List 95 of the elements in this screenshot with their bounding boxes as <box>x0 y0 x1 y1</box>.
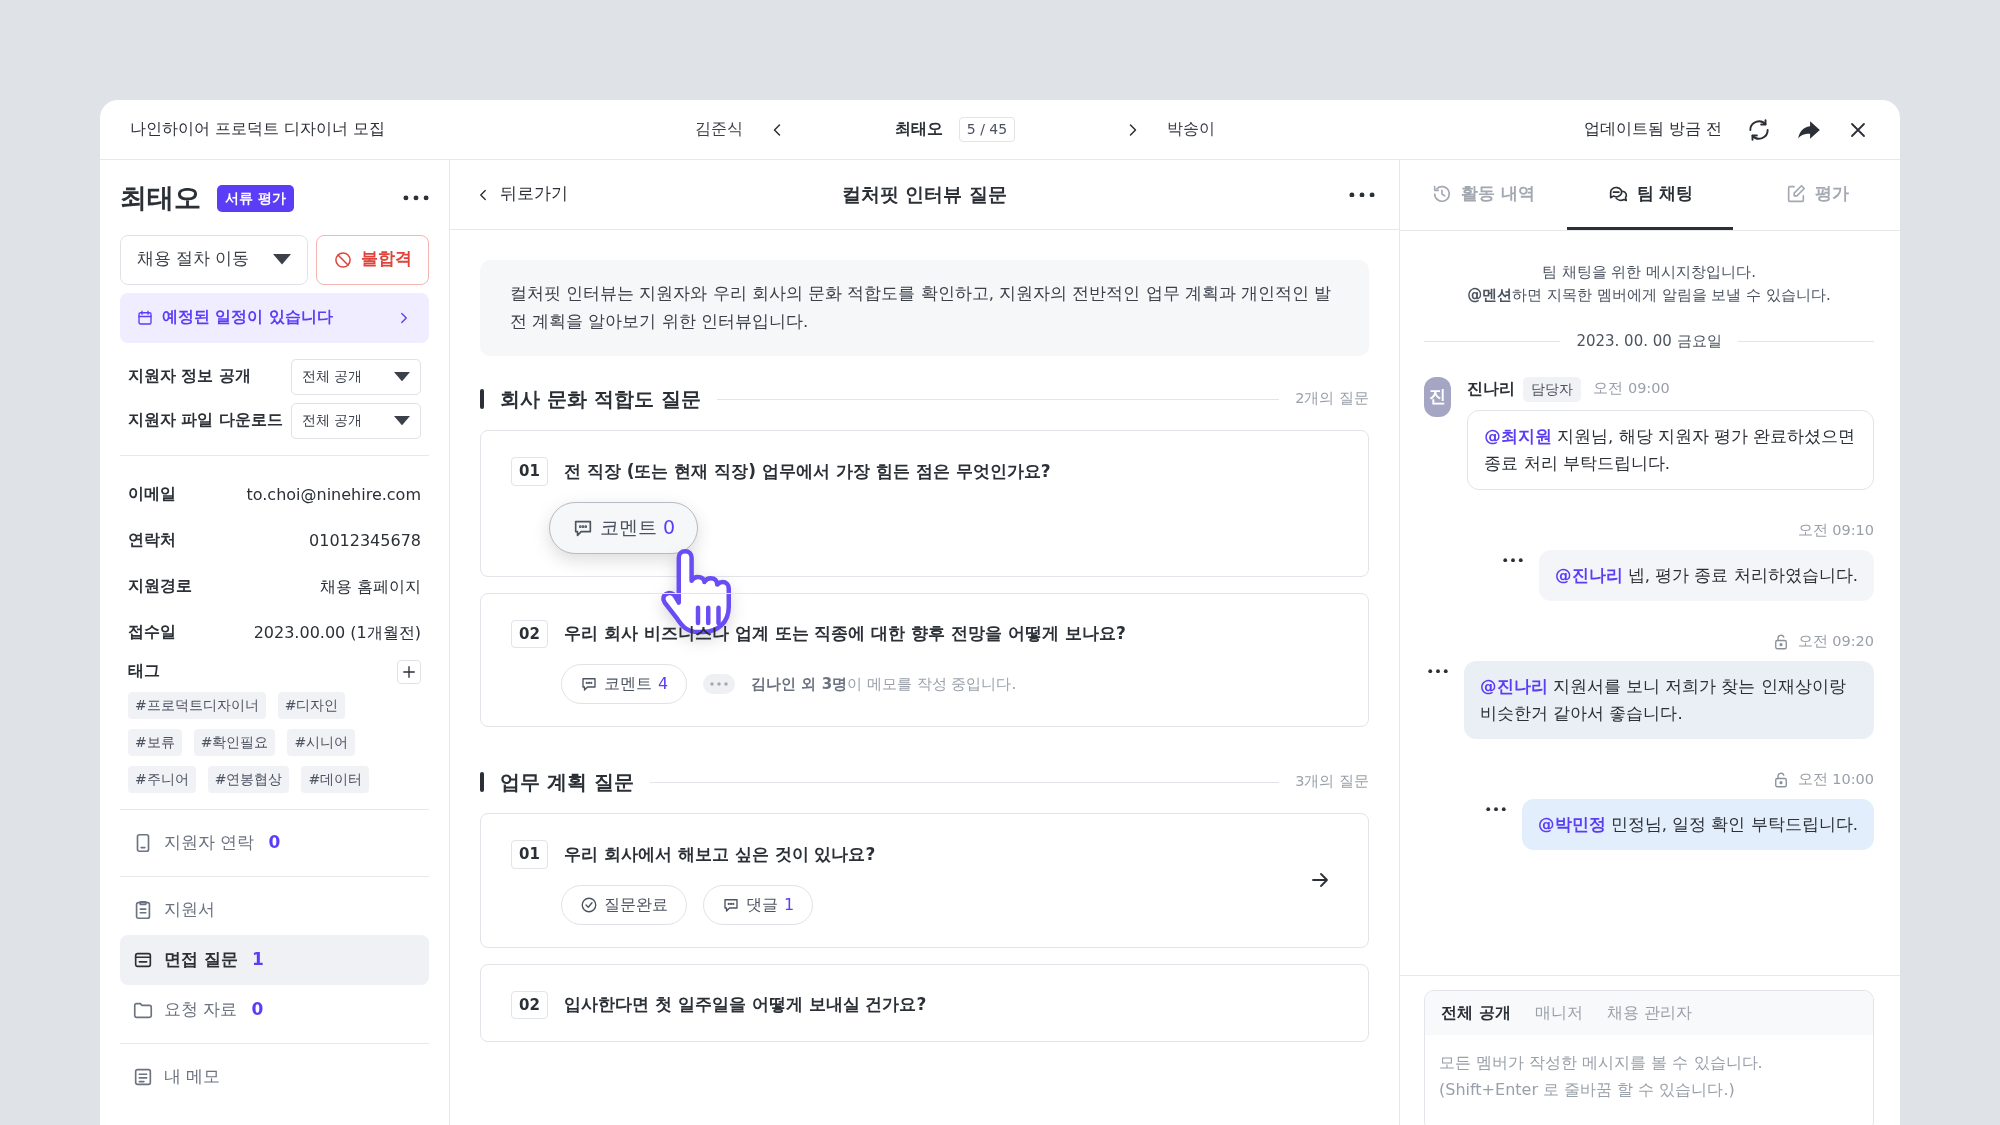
more-icon <box>710 682 729 687</box>
question-number: 01 <box>511 457 548 486</box>
more-icon <box>1486 806 1506 812</box>
message-bubble: @진나리 넵, 평가 종료 처리하였습니다. <box>1539 549 1874 601</box>
role-tag: 담당자 <box>1523 376 1582 402</box>
more-button[interactable] <box>1503 557 1523 563</box>
panel-tab[interactable]: 팀 채팅 <box>1566 160 1734 230</box>
info-value: 채용 홈페이지 <box>319 575 421 598</box>
info-label: 이메일 <box>128 483 176 505</box>
tag[interactable]: #확인필요 <box>193 728 276 756</box>
visibility-tab[interactable]: 전체 공개 <box>1441 1001 1511 1025</box>
message-time: 오전 09:00 <box>1593 379 1670 399</box>
setting-label: 지원자 파일 다운로드 <box>128 409 283 431</box>
avatar: 진 <box>1424 376 1452 417</box>
visibility-select[interactable]: 전체 공개 <box>291 358 421 395</box>
question-text: 입사한다면 첫 일주일을 어떻게 보내실 건가요? <box>563 993 927 1017</box>
caret-icon <box>273 254 291 265</box>
sidebar-item[interactable]: 내 메모 <box>120 1051 429 1102</box>
more-icon <box>1428 668 1448 674</box>
caret-icon <box>394 415 410 426</box>
author-name: 진나리 <box>1467 378 1516 400</box>
comment-icon <box>580 675 598 694</box>
schedule-banner[interactable]: 예정된 일정이 있습니다 <box>120 292 429 343</box>
info-label: 접수일 <box>128 621 176 643</box>
candidate-counter: 5 / 45 <box>958 117 1016 142</box>
stage-badge: 서류 평가 <box>217 184 294 212</box>
more-button[interactable] <box>403 195 429 202</box>
message-time: 오전 09:10 <box>1797 520 1874 540</box>
ban-icon <box>333 249 353 270</box>
tag[interactable]: #디자인 <box>277 691 346 719</box>
message-composer[interactable]: 전체 공개 매니저 채용 관리자 모든 멤버가 작성한 메시지를 볼 수 있습니다. (Shift+Enter 로 줄바꿈 할 수 있습니다.) <box>1424 990 1874 1125</box>
tag[interactable]: #연봉협상 <box>207 765 290 793</box>
panel-title: 컬처핏 인터뷰 질문 <box>841 182 1008 208</box>
question-number: 01 <box>511 840 548 869</box>
tags-label: 태그 <box>128 660 160 682</box>
date-divider: 2023. 00. 00 금요일 <box>1576 331 1722 352</box>
reject-button[interactable]: 불합격 <box>316 234 429 285</box>
sidebar-item[interactable]: 지원자 연락 0 <box>120 817 429 868</box>
tag[interactable]: #주니어 <box>128 765 196 793</box>
question-count: 3개의 질문 <box>1295 772 1369 792</box>
refresh-icon <box>1746 116 1772 143</box>
message-bubble: @박민정 민정님, 일정 확인 부탁드립니다. <box>1522 798 1874 851</box>
info-value: 2023.00.00 (1개월전) <box>253 621 421 644</box>
add-tag-button[interactable] <box>397 659 421 684</box>
message-time: 오전 10:00 <box>1797 770 1874 790</box>
chat-intro-text: @멘션하면 지목한 멤버에게 알림을 보낼 수 있습니다. <box>1466 284 1832 306</box>
candidate-name: 최태오 <box>120 181 201 215</box>
caret-icon <box>394 371 410 382</box>
more-icon <box>1349 191 1375 198</box>
question-text: 전 직장 (또는 현재 직장) 업무에서 가장 힘든 점은 무엇인가요? <box>563 459 1051 483</box>
calendar-icon <box>136 308 154 327</box>
complete-button[interactable]: 질문완료 <box>561 884 687 925</box>
back-button[interactable]: 뒤로가기 <box>474 182 568 207</box>
next-candidate-link[interactable]: 박송이 <box>1167 117 1215 142</box>
job-title: 나인하이어 프로덕트 디자이너 모집 <box>130 119 385 138</box>
info-label: 지원경로 <box>128 575 192 597</box>
tag[interactable]: #데이터 <box>301 765 370 793</box>
question-text: 우리 회사에서 해보고 싶은 것이 있나요? <box>563 842 876 866</box>
message-bubble: @최지원 지원님, 해당 지원자 평가 완료하셨으면 종료 처리 부탁드립니다. <box>1467 409 1874 490</box>
info-value: 01012345678 <box>309 529 421 552</box>
visibility-select[interactable]: 전체 공개 <box>291 402 421 439</box>
previous-candidate-link[interactable]: 김준식 <box>695 117 743 142</box>
question-number: 02 <box>511 990 548 1020</box>
section-title: 회사 문화 적합도 질문 <box>500 386 701 414</box>
more-icon <box>1503 557 1523 563</box>
more-icon <box>403 195 429 202</box>
typing-status: 김나인 외 3명이 메모를 작성 중입니다. <box>751 673 1017 695</box>
comment-button[interactable]: 댓글 1 <box>703 884 814 925</box>
message-bubble: @진나리 지원서를 보니 저희가 찾는 인재상이랑 비슷한거 같아서 좋습니다. <box>1464 660 1874 740</box>
question-text: 우리 회사 비즈니스나 업계 또는 직종에 대한 향후 전망을 어떻게 보나요? <box>563 622 1126 646</box>
more-button[interactable] <box>1428 668 1448 674</box>
update-status: 업데이트됨 방금 전 <box>1584 118 1722 140</box>
message-time: 오전 09:20 <box>1797 631 1874 651</box>
section-title: 업무 계획 질문 <box>500 769 634 797</box>
current-candidate: 최태오 <box>894 118 943 140</box>
question-number: 02 <box>511 619 548 649</box>
setting-label: 지원자 정보 공개 <box>128 365 251 387</box>
sidebar-item[interactable]: 지원서 <box>120 884 429 935</box>
chat-intro-text: 팀 채팅을 위한 메시지창입니다. <box>1540 262 1758 283</box>
info-label: 연락처 <box>128 529 176 551</box>
tag[interactable]: #보류 <box>128 728 182 756</box>
sidebar-item[interactable]: 면접 질문 1 <box>120 934 429 985</box>
sidebar-item[interactable]: 요청 자료 0 <box>120 984 429 1035</box>
question-count: 2개의 질문 <box>1295 389 1369 409</box>
more-button[interactable] <box>1486 806 1506 812</box>
comment-button[interactable]: 코멘트 0 <box>549 501 699 554</box>
more-button[interactable] <box>1349 191 1375 198</box>
tag[interactable]: #시니어 <box>287 728 356 756</box>
stage-select[interactable]: 채용 절차 이동 <box>120 234 308 285</box>
tag[interactable]: #프로덕트디자이너 <box>128 691 266 719</box>
intro-text: 컬처핏 인터뷰는 지원자와 우리 회사의 문화 적합도를 확인하고, 지원자의 전반적인 업무 계획과 개인적인 발전 계획을 알아보기 위한 인터뷰입니다. <box>480 260 1369 357</box>
check-circle-icon <box>580 895 598 914</box>
info-value: to.choi@ninehire.com <box>246 483 421 506</box>
comment-button[interactable]: 코멘트 4 <box>561 664 688 705</box>
refresh-button[interactable] <box>1746 116 1772 143</box>
